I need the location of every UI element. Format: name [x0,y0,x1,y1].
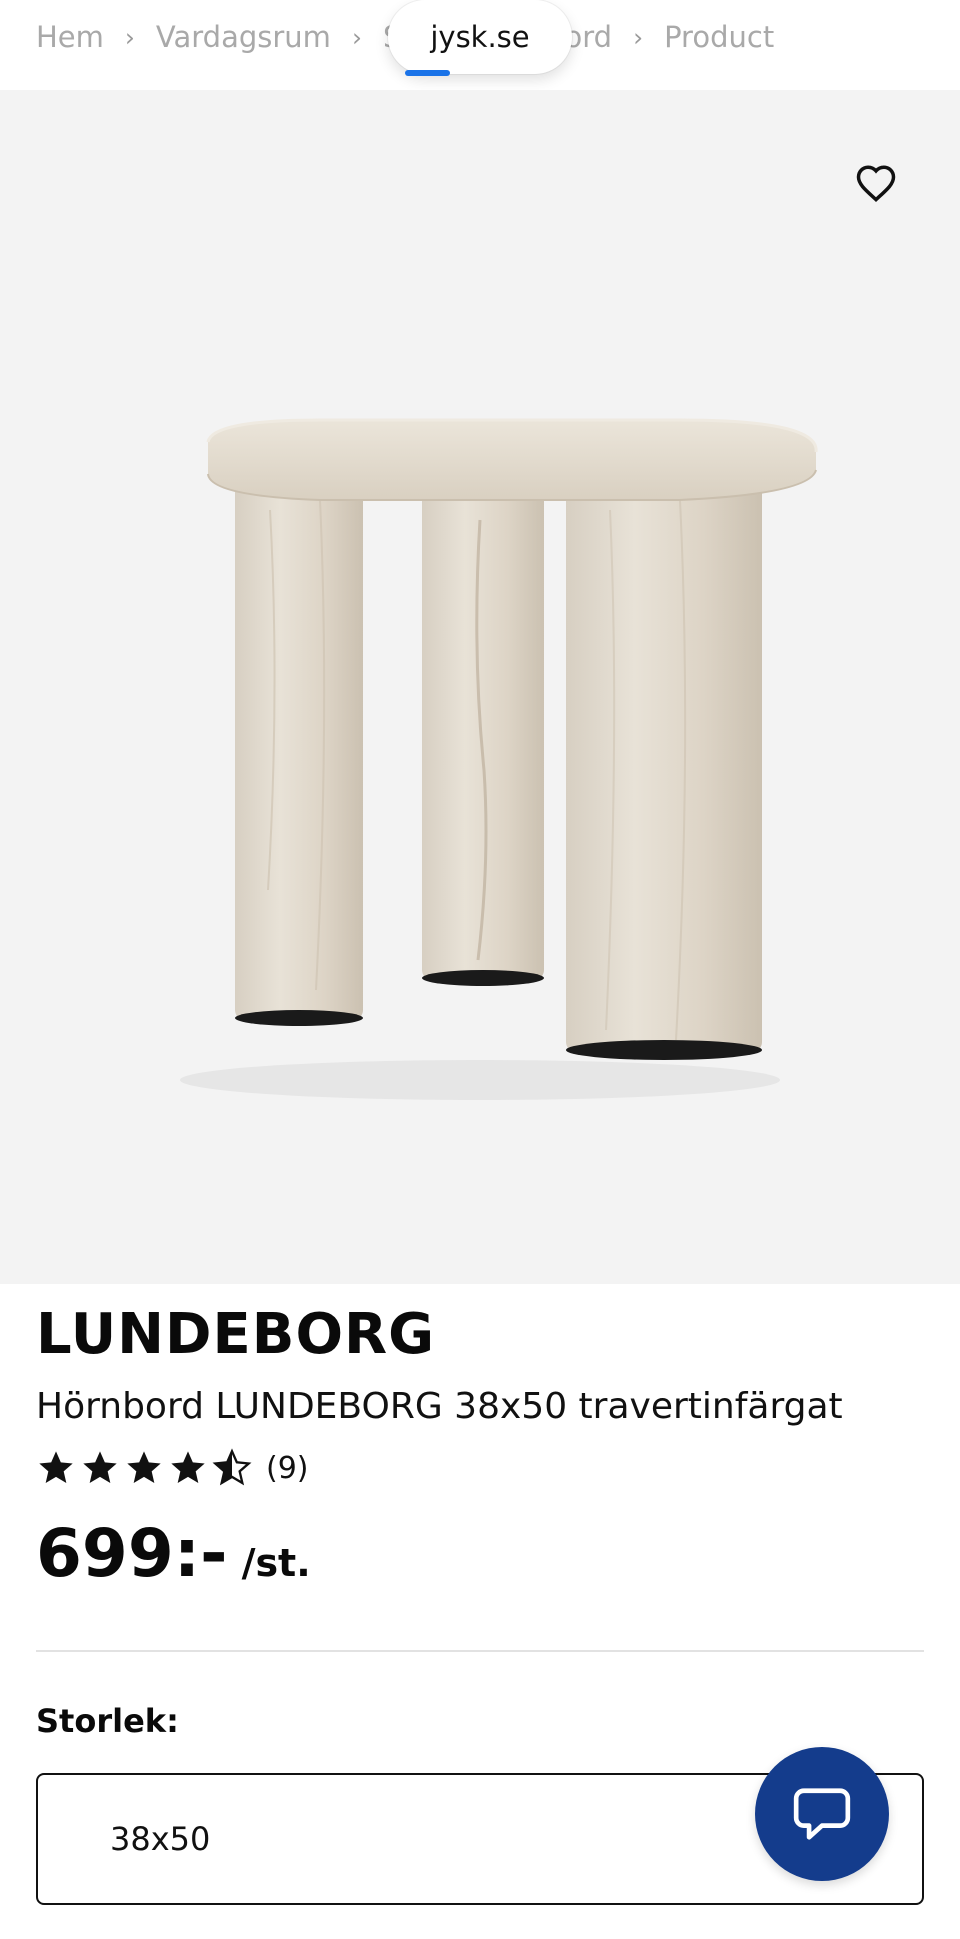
star-full-icon [83,1451,117,1483]
heart-outline-icon [856,165,896,203]
chat-button[interactable] [755,1747,889,1881]
breadcrumb-separator-icon: › [351,22,362,52]
product-gallery[interactable] [0,90,960,1284]
breadcrumb-item-vardagsrum[interactable]: Vardagsrum [156,20,331,54]
breadcrumb-separator-icon: › [124,22,135,52]
favorite-button[interactable] [851,158,901,208]
star-full-icon [171,1451,205,1483]
page-load-progress [405,70,450,76]
chat-bubble-icon [793,1788,851,1840]
star-full-icon [39,1451,73,1483]
breadcrumb-separator-icon: › [633,22,644,52]
product-brand: LUNDEBORG [36,1302,436,1367]
product-price: 699:- /st. [36,1515,311,1592]
price-unit: /st. [241,1541,311,1585]
star-full-icon [127,1451,161,1483]
size-select-value: 38x50 [110,1820,211,1858]
product-image [180,418,818,1100]
product-name: Hörnbord LUNDEBORG 38x50 travertinfärgat [36,1386,843,1427]
divider [36,1650,924,1652]
review-count[interactable]: (9) [266,1451,309,1486]
price-value: 699:- [36,1515,228,1592]
rating-stars [36,1448,252,1488]
breadcrumb-item-hem[interactable]: Hem [36,20,104,54]
url-bar[interactable]: jysk.se [388,0,572,74]
gallery-pagination [752,1280,902,1284]
product-rating[interactable]: (9) [36,1446,309,1490]
breadcrumb-item-product: Product [664,20,775,54]
star-half-icon [212,1448,252,1486]
size-label: Storlek: [36,1702,179,1740]
